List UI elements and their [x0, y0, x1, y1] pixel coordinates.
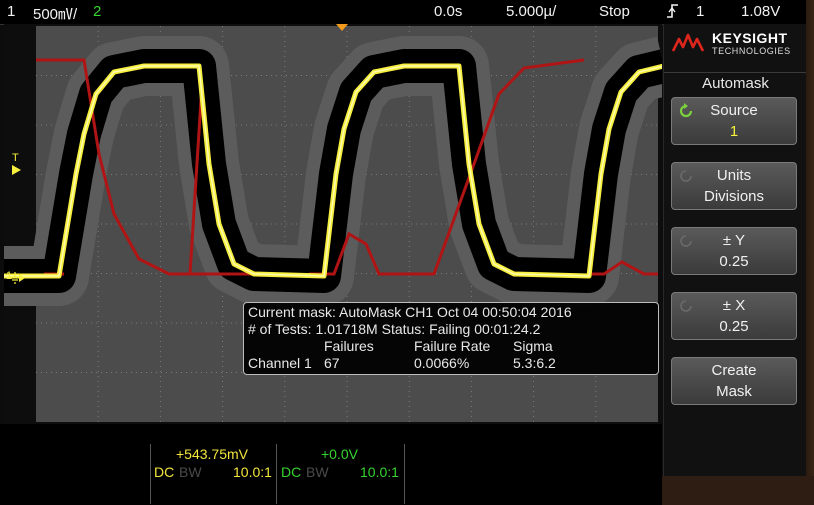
ch2-probe: 10.0:1: [360, 464, 399, 480]
keysight-logo: KEYSIGHT TECHNOLOGIES: [664, 24, 807, 66]
channel-info-bar: +543.75mV DC BW 10.0:1 +0.0V DC BW 10.0:…: [0, 424, 662, 505]
ch2-number[interactable]: 2: [93, 3, 101, 20]
create-mask-sublabel: Mask: [716, 383, 752, 400]
ch2-offset: +0.0V: [321, 446, 358, 462]
source-label: Source: [710, 102, 758, 119]
ch1-scale[interactable]: 500㎷/: [33, 3, 77, 24]
y-tolerance-label: ± Y: [722, 232, 746, 249]
ch1-probe: 10.0:1: [233, 464, 272, 480]
failure-rate-header: Failure Rate: [414, 338, 491, 354]
failures-value: 67: [324, 355, 340, 371]
source-softkey[interactable]: Source 1: [671, 97, 797, 145]
menu-title: Automask: [664, 72, 807, 92]
ch2-info[interactable]: +0.0V DC BW 10.0:1: [276, 444, 405, 504]
units-value: Divisions: [703, 188, 764, 205]
ch1-info[interactable]: +543.75mV DC BW 10.0:1: [150, 444, 277, 504]
trigger-level-arrow-icon: [12, 165, 21, 175]
units-softkey[interactable]: Units Divisions: [671, 162, 797, 210]
y-tolerance-value: 0.25: [719, 253, 749, 270]
ch2-coupling: DC: [281, 464, 302, 480]
sigma-value: 5.3:6.2: [513, 355, 556, 371]
time-offset[interactable]: 0.0s: [434, 3, 462, 20]
ch2-bw-limit: BW: [306, 464, 329, 480]
trigger-level-marker[interactable]: T: [12, 152, 19, 164]
ground-icon: [10, 272, 25, 284]
failures-header: Failures: [324, 338, 374, 354]
trigger-source[interactable]: 1: [696, 3, 704, 20]
keysight-wave-icon: [672, 33, 705, 52]
x-tolerance-softkey[interactable]: ± X 0.25: [671, 292, 797, 340]
x-tolerance-value: 0.25: [719, 318, 749, 335]
create-mask-label: Create: [711, 362, 757, 379]
status-bar: 1 500㎷/ 2 0.0s 5.000µ/ Stop 1 1.08V: [0, 0, 814, 25]
mask-info-line: Current mask: AutoMask CH1 Oct 04 00:50:…: [248, 304, 572, 320]
create-mask-softkey[interactable]: Create Mask: [671, 357, 797, 405]
run-state[interactable]: Stop: [599, 3, 630, 20]
y-tolerance-softkey[interactable]: ± Y 0.25: [671, 227, 797, 275]
brand-subtitle: TECHNOLOGIES: [712, 46, 791, 56]
softkey-panel: KEYSIGHT TECHNOLOGIES Automask Source 1 …: [663, 24, 807, 476]
units-label: Units: [716, 167, 752, 184]
brand-name: KEYSIGHT: [712, 30, 788, 46]
screen-bezel-right: [806, 0, 814, 505]
trigger-level[interactable]: 1.08V: [741, 3, 780, 20]
rising-edge-trigger-icon: [666, 2, 680, 24]
screen-bezel-bottom: [662, 476, 814, 505]
trigger-position-icon: [336, 24, 348, 31]
sigma-header: Sigma: [513, 338, 553, 354]
ch1-coupling: DC: [154, 464, 175, 480]
time-scale[interactable]: 5.000µ/: [506, 3, 556, 20]
failure-rate-value: 0.0066%: [414, 355, 470, 371]
ch1-number[interactable]: 1: [7, 3, 15, 20]
ch1-bw-limit: BW: [179, 464, 202, 480]
mask-test-results: Current mask: AutoMask CH1 Oct 04 00:50:…: [243, 302, 659, 375]
x-tolerance-label: ± X: [722, 297, 746, 314]
ch1-offset: +543.75mV: [176, 446, 248, 462]
test-status-line: # of Tests: 1.01718M Status: Failing 00:…: [248, 321, 541, 337]
channel-label: Channel 1: [248, 355, 312, 371]
source-value: 1: [729, 123, 739, 140]
